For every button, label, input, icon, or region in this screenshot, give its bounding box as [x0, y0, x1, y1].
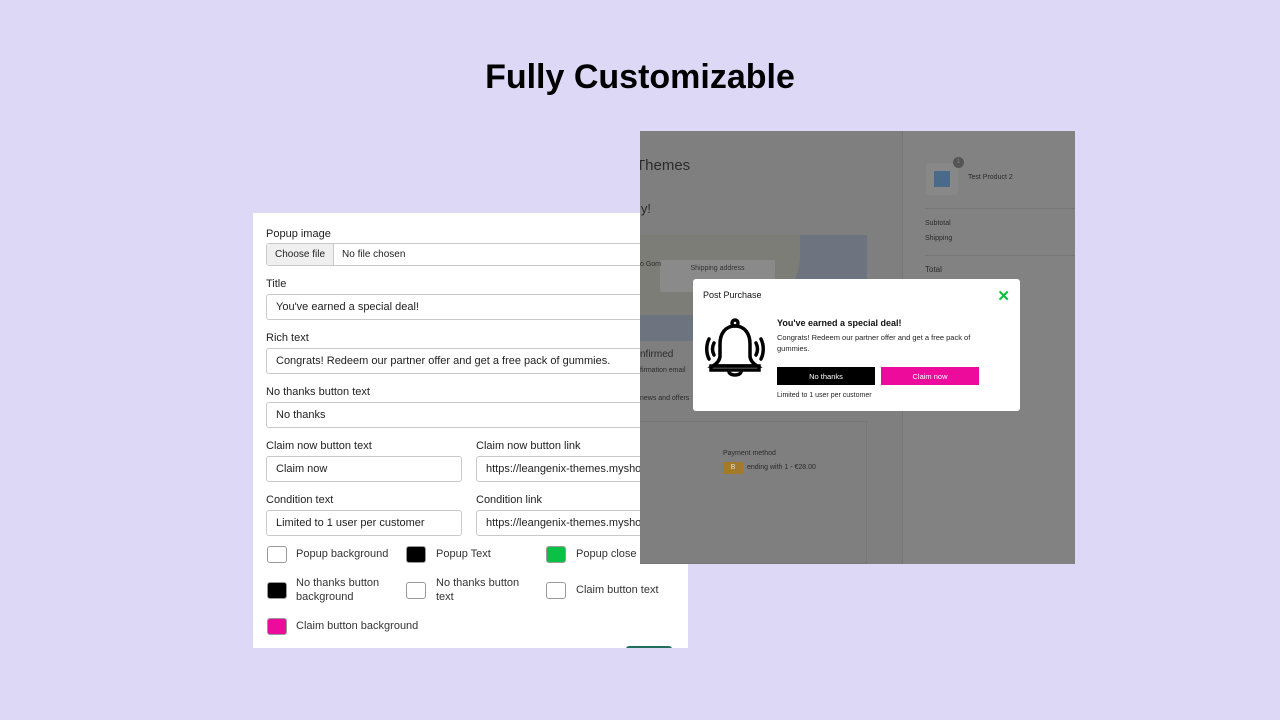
claim-text-swatch[interactable] [546, 582, 566, 599]
rich-text-label: Rich text [266, 332, 309, 344]
payment-method-label: Payment method [723, 450, 776, 457]
rich-text-input[interactable]: Congrats! Redeem our partner offer and g… [266, 348, 688, 374]
claim-bg-swatch[interactable] [267, 618, 287, 635]
condition-link[interactable]: Limited to 1 user per customer [777, 392, 872, 399]
settings-form: Popup image Choose file No file chosen T… [253, 213, 688, 648]
title-input[interactable]: You've earned a special deal! [266, 294, 688, 320]
close-icon[interactable]: ✕ [997, 287, 1010, 305]
file-status: No file chosen [342, 249, 406, 260]
popup-image-file-input[interactable]: Choose file No file chosen [266, 243, 666, 266]
condition-label: Condition text [266, 494, 334, 506]
swatch-label: No thanks button text [436, 577, 520, 603]
condition-input[interactable]: Limited to 1 user per customer [266, 510, 462, 536]
no-thanks-label: No thanks button text [266, 386, 370, 398]
claim-label: Claim now button text [266, 440, 372, 452]
news-offers: news and offers [640, 395, 690, 402]
popup-background-swatch[interactable] [267, 546, 287, 563]
popup-image-label: Popup image [266, 228, 331, 240]
swatch-label: Claim button text [576, 584, 659, 596]
product-name: Test Product 2 [968, 174, 1013, 181]
product-thumbnail [926, 163, 958, 195]
no-thanks-bg-swatch[interactable] [267, 582, 287, 599]
no-thanks-button[interactable]: No thanks [777, 367, 875, 385]
save-button[interactable] [626, 646, 672, 648]
claim-now-button[interactable]: Claim now [881, 367, 979, 385]
product-qty-badge: 1 [953, 157, 964, 168]
preview-screenshot: Themes ly! Shipping address o Gom nfirme… [640, 131, 1075, 564]
choose-file-button[interactable]: Choose file [267, 244, 335, 265]
order-details-card [640, 421, 867, 564]
total-label: Total [925, 265, 942, 274]
subtotal-label: Subtotal [925, 220, 951, 227]
bell-ringing-icon [705, 318, 765, 377]
popup-header: Post Purchase [703, 290, 762, 300]
condition-link-label: Condition link [476, 494, 543, 506]
swatch-label: Popup Text [436, 548, 491, 560]
popup-text-swatch[interactable] [406, 546, 426, 563]
store-title: Themes [640, 157, 691, 174]
payment-detail: ending with 1 - €28.00 [747, 464, 816, 471]
claim-input[interactable]: Claim now [266, 456, 462, 482]
swatch-label: Claim button background [296, 620, 419, 632]
thanks-heading: ly! [640, 201, 651, 216]
map-label: o Gom [640, 261, 662, 268]
swatch-label: Popup background [296, 548, 389, 560]
confirmed-heading: nfirmed [640, 349, 674, 360]
headline: Fully Customizable [485, 58, 795, 96]
swatch-label: No thanks button background [296, 577, 380, 603]
popup-close-icon-swatch[interactable] [546, 546, 566, 563]
popup-body: Congrats! Redeem our partner offer and g… [777, 333, 971, 353]
shipping-label: Shipping [925, 235, 953, 242]
confirm-email: firmation email [640, 367, 686, 374]
payment-badge: B [723, 462, 743, 474]
no-thanks-input[interactable]: No thanks [266, 402, 688, 428]
popup-title: You've earned a special deal! [777, 318, 902, 328]
no-thanks-text-swatch[interactable] [406, 582, 426, 599]
post-purchase-popup: Post Purchase ✕ You've earned a special … [693, 279, 1020, 411]
title-label: Title [266, 278, 287, 290]
claim-link-label: Claim now button link [476, 440, 581, 452]
